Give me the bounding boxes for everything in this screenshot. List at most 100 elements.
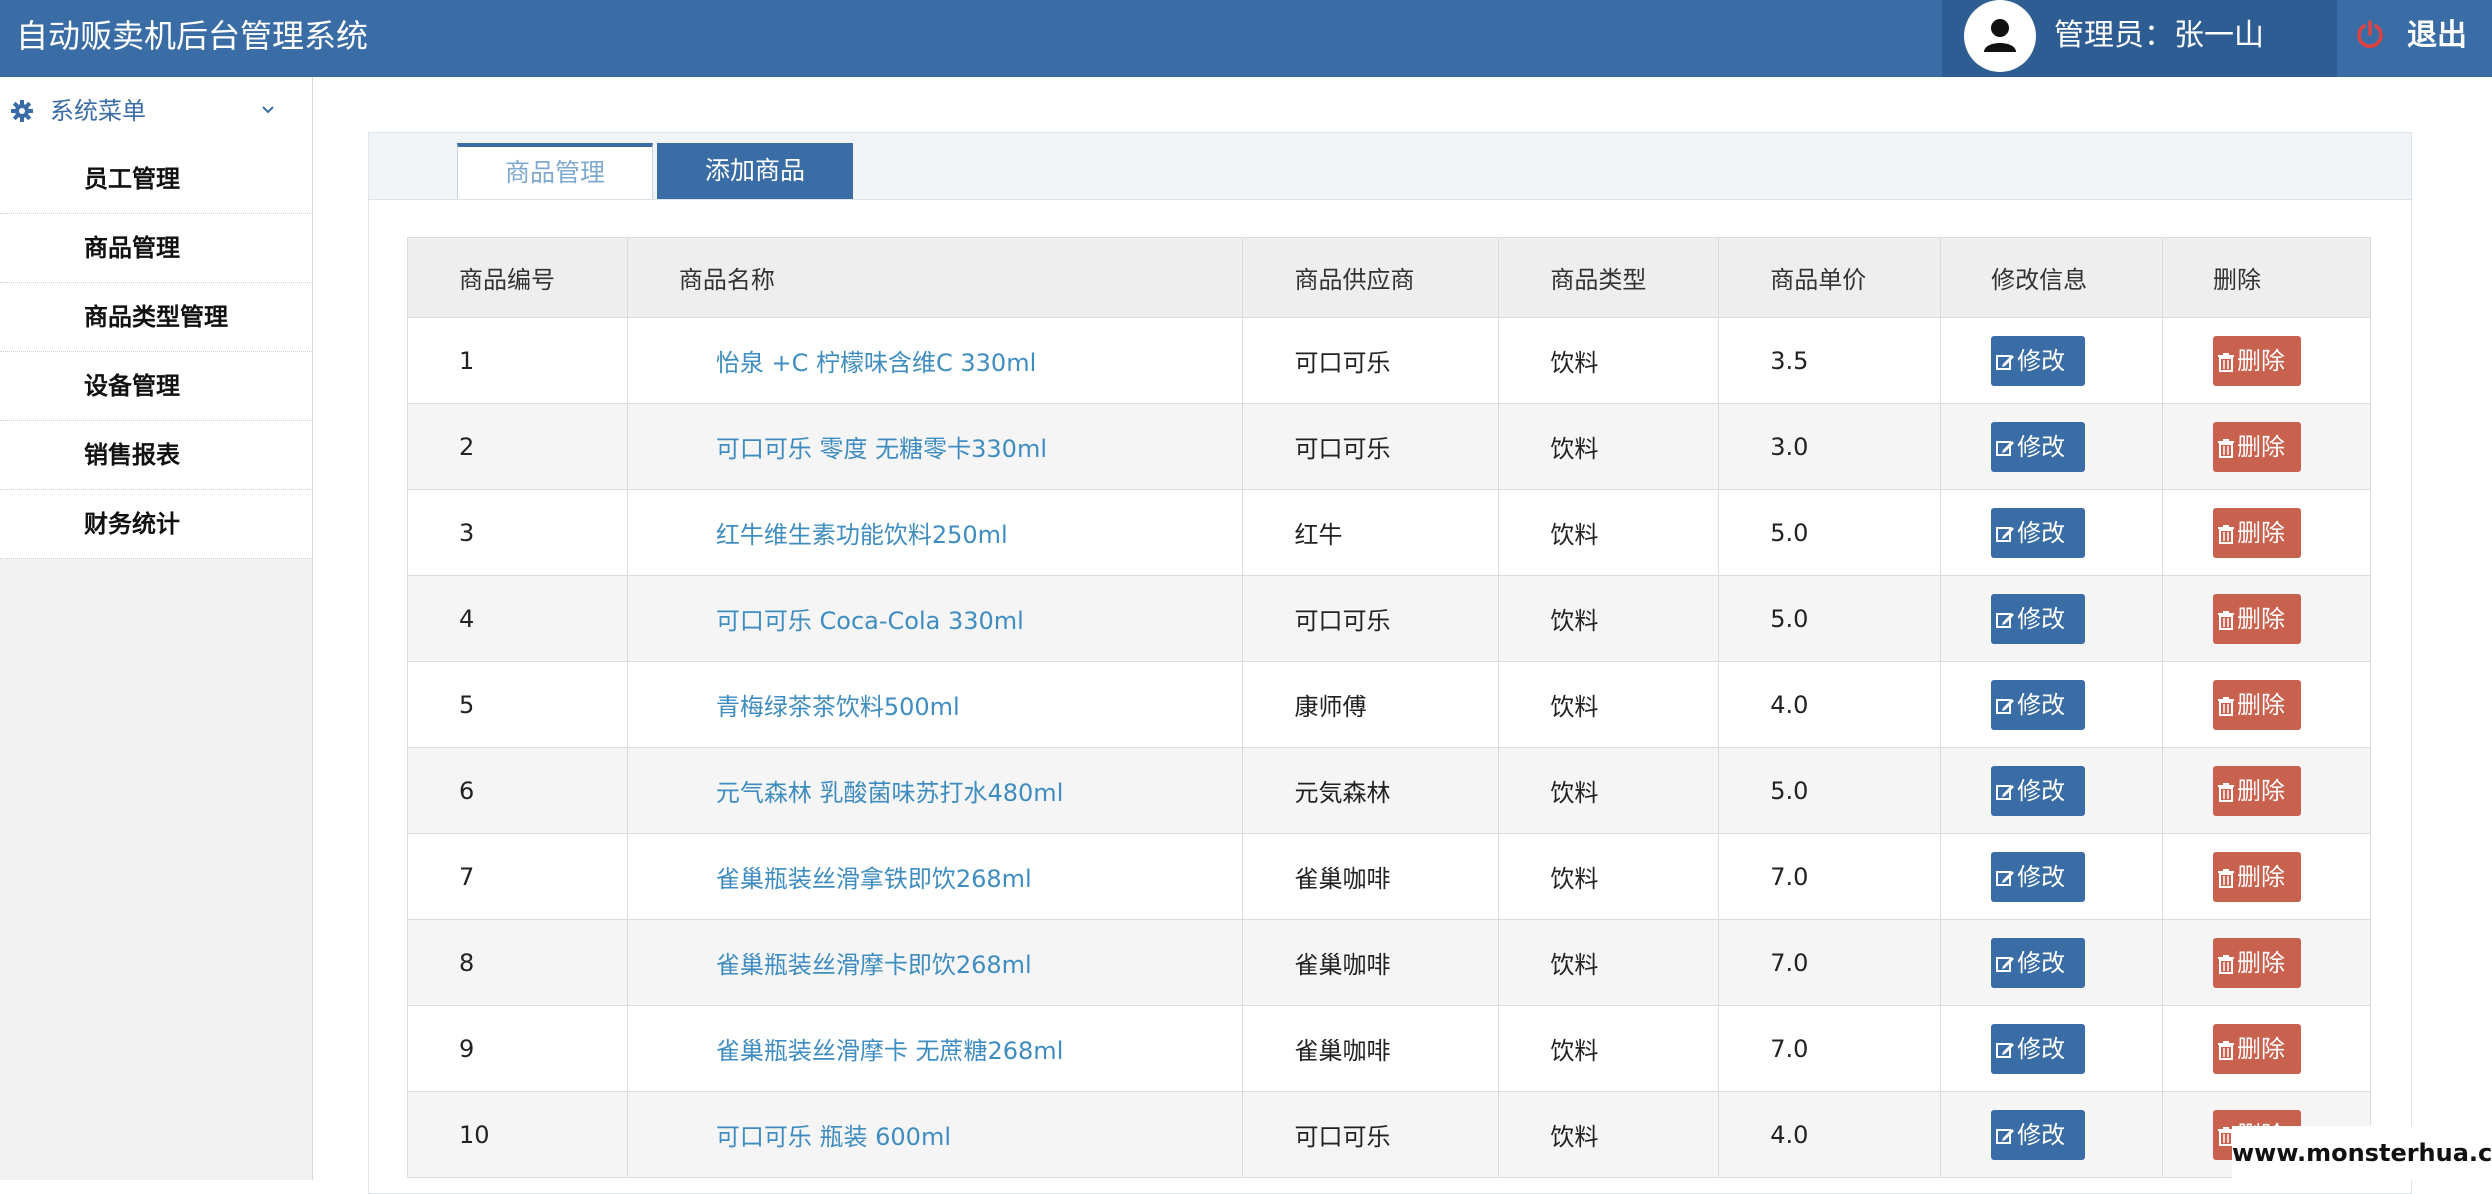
trash-icon bbox=[2218, 1040, 2234, 1060]
goods-name-link[interactable]: 雀巢瓶装丝滑摩卡 无蔗糖268ml bbox=[626, 1005, 1244, 1092]
delete-button[interactable]: 删除 bbox=[2213, 937, 2301, 988]
goods-price: 3.0 bbox=[1718, 403, 1942, 490]
delete-button[interactable]: 删除 bbox=[2213, 507, 2301, 558]
goods-supplier: 康师傅 bbox=[1242, 661, 1500, 748]
sidebar-item-goods[interactable]: 商品管理 bbox=[0, 214, 312, 283]
edit-button[interactable]: 修改 bbox=[1991, 335, 2086, 386]
goods-supplier: 可口可乐 bbox=[1242, 575, 1500, 662]
goods-type: 饮料 bbox=[1498, 403, 1720, 490]
tab-goods-management[interactable]: 商品管理 bbox=[457, 143, 653, 199]
goods-name-link[interactable]: 雀巢瓶装丝滑拿铁即饮268ml bbox=[626, 833, 1244, 920]
goods-id: 5 bbox=[407, 661, 628, 748]
edit-cell: 修改 bbox=[1940, 661, 2163, 748]
goods-type: 饮料 bbox=[1498, 833, 1720, 920]
table-row: 3 红牛维生素功能饮料250ml 红牛 饮料 5.0 修改 删除 bbox=[407, 489, 2371, 576]
system-menu-title: 系统菜单 bbox=[50, 97, 146, 125]
sidebar-item-devices[interactable]: 设备管理 bbox=[0, 352, 312, 421]
trash-icon bbox=[2218, 954, 2234, 974]
edit-button[interactable]: 修改 bbox=[1991, 765, 2086, 816]
edit-button[interactable]: 修改 bbox=[1991, 937, 2086, 988]
goods-supplier: 雀巢咖啡 bbox=[1242, 1005, 1500, 1092]
table-row: 6 元气森林 乳酸菌味苏打水480ml 元気森林 饮料 5.0 修改 删除 bbox=[407, 747, 2371, 834]
goods-name-link[interactable]: 可口可乐 Coca-Cola 330ml bbox=[626, 575, 1244, 662]
tab-add-goods[interactable]: 添加商品 bbox=[657, 143, 853, 199]
delete-button[interactable]: 删除 bbox=[2213, 679, 2301, 730]
goods-name-link[interactable]: 可口可乐 零度 无糖零卡330ml bbox=[626, 403, 1244, 490]
trash-icon bbox=[2218, 782, 2234, 802]
table-row: 1 怡泉 +C 柠檬味含维C 330ml 可口可乐 饮料 3.5 修改 删除 bbox=[407, 317, 2371, 404]
sidebar-item-staff[interactable]: 员工管理 bbox=[0, 145, 312, 214]
goods-supplier: 红牛 bbox=[1242, 489, 1500, 576]
goods-name-link[interactable]: 红牛维生素功能饮料250ml bbox=[626, 489, 1244, 576]
system-menu-header[interactable]: 系统菜单 bbox=[0, 77, 312, 145]
user-icon bbox=[1984, 19, 2016, 52]
goods-supplier: 可口可乐 bbox=[1242, 1091, 1500, 1178]
delete-button[interactable]: 删除 bbox=[2213, 593, 2301, 644]
delete-button-label: 删除 bbox=[2237, 948, 2285, 977]
edit-button-label: 修改 bbox=[2017, 432, 2066, 461]
goods-id: 10 bbox=[407, 1091, 628, 1178]
sidebar-item-finance[interactable]: 财务统计 bbox=[0, 490, 312, 559]
edit-icon bbox=[1996, 1042, 2015, 1058]
delete-button-label: 删除 bbox=[2237, 1034, 2285, 1063]
edit-button[interactable]: 修改 bbox=[1991, 421, 2086, 472]
table-row: 5 青梅绿茶茶饮料500ml 康师傅 饮料 4.0 修改 删除 bbox=[407, 661, 2371, 748]
table-row: 8 雀巢瓶装丝滑摩卡即饮268ml 雀巢咖啡 饮料 7.0 修改 删除 bbox=[407, 919, 2371, 1006]
edit-button-label: 修改 bbox=[2017, 862, 2066, 891]
edit-button[interactable]: 修改 bbox=[1991, 679, 2086, 730]
table-row: 9 雀巢瓶装丝滑摩卡 无蔗糖268ml 雀巢咖啡 饮料 7.0 修改 删除 bbox=[407, 1005, 2371, 1092]
delete-button[interactable]: 删除 bbox=[2213, 851, 2301, 902]
goods-type: 饮料 bbox=[1498, 489, 1720, 576]
edit-button[interactable]: 修改 bbox=[1991, 593, 2086, 644]
goods-type: 饮料 bbox=[1498, 1091, 1720, 1178]
main-panel: 商品管理 添加商品 商品编号 商品名称 商品供应商 商品类型 商品单价 修改信息… bbox=[368, 132, 2412, 1194]
goods-type: 饮料 bbox=[1498, 575, 1720, 662]
gear-icon bbox=[11, 100, 33, 122]
edit-button[interactable]: 修改 bbox=[1991, 1023, 2086, 1074]
goods-price: 4.0 bbox=[1718, 1091, 1942, 1178]
edit-cell: 修改 bbox=[1940, 747, 2163, 834]
edit-button-label: 修改 bbox=[2017, 346, 2066, 375]
column-header-delete: 删除 bbox=[2162, 237, 2371, 318]
column-header-supplier: 商品供应商 bbox=[1242, 237, 1500, 318]
goods-name-link[interactable]: 雀巢瓶装丝滑摩卡即饮268ml bbox=[626, 919, 1244, 1006]
logout-button[interactable]: 退出 bbox=[2337, 0, 2492, 77]
delete-button[interactable]: 删除 bbox=[2213, 1023, 2301, 1074]
sidebar-item-sales-report[interactable]: 销售报表 bbox=[0, 421, 312, 490]
edit-cell: 修改 bbox=[1940, 919, 2163, 1006]
column-header-price: 商品单价 bbox=[1718, 237, 1942, 318]
delete-button-label: 删除 bbox=[2237, 862, 2285, 891]
edit-button[interactable]: 修改 bbox=[1991, 1109, 2086, 1160]
delete-button-label: 删除 bbox=[2237, 432, 2285, 461]
goods-name-link[interactable]: 可口可乐 瓶装 600ml bbox=[626, 1091, 1244, 1178]
table-row: 10 可口可乐 瓶装 600ml 可口可乐 饮料 4.0 修改 删除 bbox=[407, 1091, 2371, 1178]
edit-cell: 修改 bbox=[1940, 833, 2163, 920]
sidebar-item-goods-type[interactable]: 商品类型管理 bbox=[0, 283, 312, 352]
edit-icon bbox=[1996, 354, 2015, 370]
goods-name-link[interactable]: 元气森林 乳酸菌味苏打水480ml bbox=[626, 747, 1244, 834]
delete-button[interactable]: 删除 bbox=[2213, 421, 2301, 472]
edit-button-label: 修改 bbox=[2017, 776, 2066, 805]
goods-price: 7.0 bbox=[1718, 1005, 1942, 1092]
goods-type: 饮料 bbox=[1498, 919, 1720, 1006]
delete-cell: 删除 bbox=[2162, 403, 2371, 490]
tabs-bar: 商品管理 添加商品 bbox=[369, 133, 2411, 200]
avatar bbox=[1964, 0, 2036, 72]
delete-cell: 删除 bbox=[2162, 833, 2371, 920]
column-header-name: 商品名称 bbox=[626, 237, 1244, 318]
delete-button[interactable]: 删除 bbox=[2213, 765, 2301, 816]
delete-cell: 删除 bbox=[2162, 747, 2371, 834]
edit-cell: 修改 bbox=[1940, 403, 2163, 490]
goods-name-link[interactable]: 青梅绿茶茶饮料500ml bbox=[626, 661, 1244, 748]
edit-cell: 修改 bbox=[1940, 575, 2163, 662]
goods-name-link[interactable]: 怡泉 +C 柠檬味含维C 330ml bbox=[626, 317, 1244, 404]
edit-button[interactable]: 修改 bbox=[1991, 507, 2086, 558]
goods-price: 3.5 bbox=[1718, 317, 1942, 404]
goods-supplier: 可口可乐 bbox=[1242, 317, 1500, 404]
delete-button[interactable]: 删除 bbox=[2213, 335, 2301, 386]
edit-button[interactable]: 修改 bbox=[1991, 851, 2086, 902]
edit-button-label: 修改 bbox=[2017, 690, 2066, 719]
goods-id: 9 bbox=[407, 1005, 628, 1092]
trash-icon bbox=[2218, 352, 2234, 372]
goods-id: 8 bbox=[407, 919, 628, 1006]
